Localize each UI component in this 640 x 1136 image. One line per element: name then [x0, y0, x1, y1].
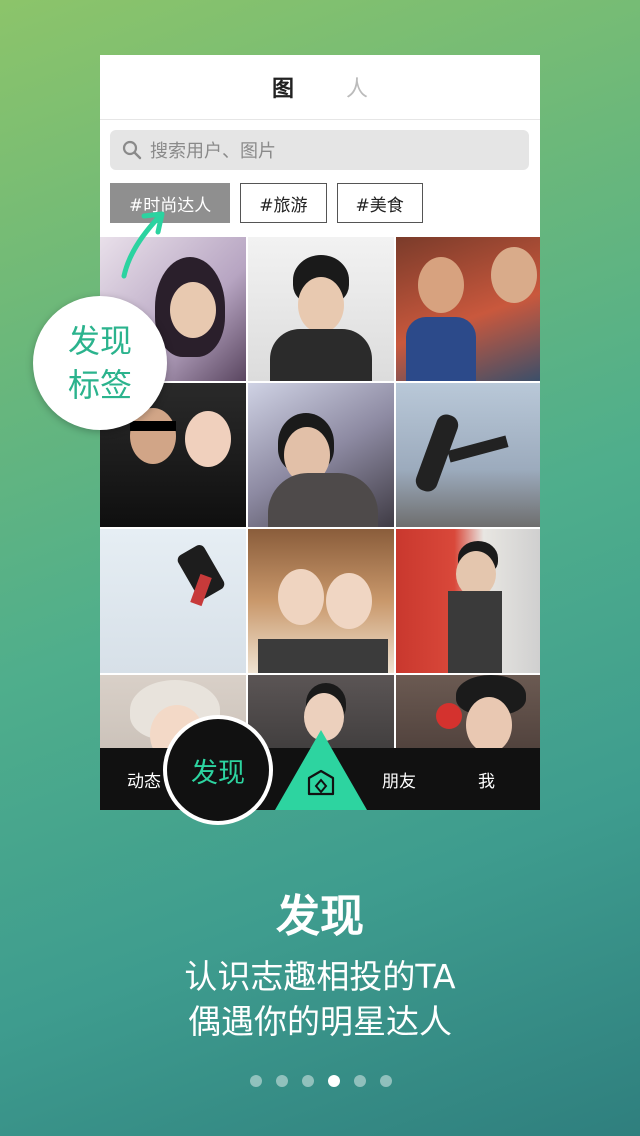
photo-tile[interactable] — [396, 529, 540, 673]
app-screen: 图 人 搜索用户、图片 #时尚达人 #旅游 #美食 动态 朋友 我 — [100, 55, 540, 810]
promo-subtitle-2: 偶遇你的明星达人 — [188, 1002, 452, 1041]
photo-tile[interactable] — [248, 529, 394, 673]
callout-line-2: 标签 — [67, 366, 132, 404]
top-tab-bar: 图 人 — [100, 55, 540, 120]
tag-food[interactable]: #美食 — [336, 183, 423, 223]
arrow-icon — [121, 211, 165, 279]
search-icon — [122, 140, 142, 160]
nav-discover-highlight[interactable]: 发现 — [163, 715, 273, 825]
callout-line-1: 发现 — [67, 322, 132, 360]
photo-tile[interactable] — [396, 237, 540, 381]
photo-tile[interactable] — [100, 529, 246, 673]
promo-subtitle-1: 认识志趣相投的TA — [184, 957, 456, 996]
page-indicator — [250, 1075, 392, 1087]
photo-tile[interactable] — [396, 383, 540, 527]
search-placeholder: 搜索用户、图片 — [150, 141, 276, 162]
page-dot[interactable] — [250, 1075, 262, 1087]
tab-people[interactable]: 人 — [346, 71, 368, 103]
page-dot[interactable] — [354, 1075, 366, 1087]
page-dot[interactable] — [302, 1075, 314, 1087]
tag-travel[interactable]: #旅游 — [240, 183, 327, 223]
nav-me[interactable]: 我 — [478, 767, 495, 792]
promo-title: 发现 — [276, 891, 364, 942]
page-dot[interactable] — [380, 1075, 392, 1087]
tab-images[interactable]: 图 — [272, 71, 294, 103]
photo-grid — [100, 237, 540, 810]
photo-tile[interactable] — [248, 383, 394, 527]
photo-tile[interactable] — [248, 237, 394, 381]
camera-icon — [307, 769, 335, 796]
nav-dynamic[interactable]: 动态 — [127, 767, 161, 792]
page-dot-active[interactable] — [328, 1075, 340, 1087]
nav-friends[interactable]: 朋友 — [382, 767, 416, 792]
search-input[interactable]: 搜索用户、图片 — [110, 130, 529, 170]
discover-tags-callout: 发现 标签 — [33, 296, 167, 430]
page-dot[interactable] — [276, 1075, 288, 1087]
